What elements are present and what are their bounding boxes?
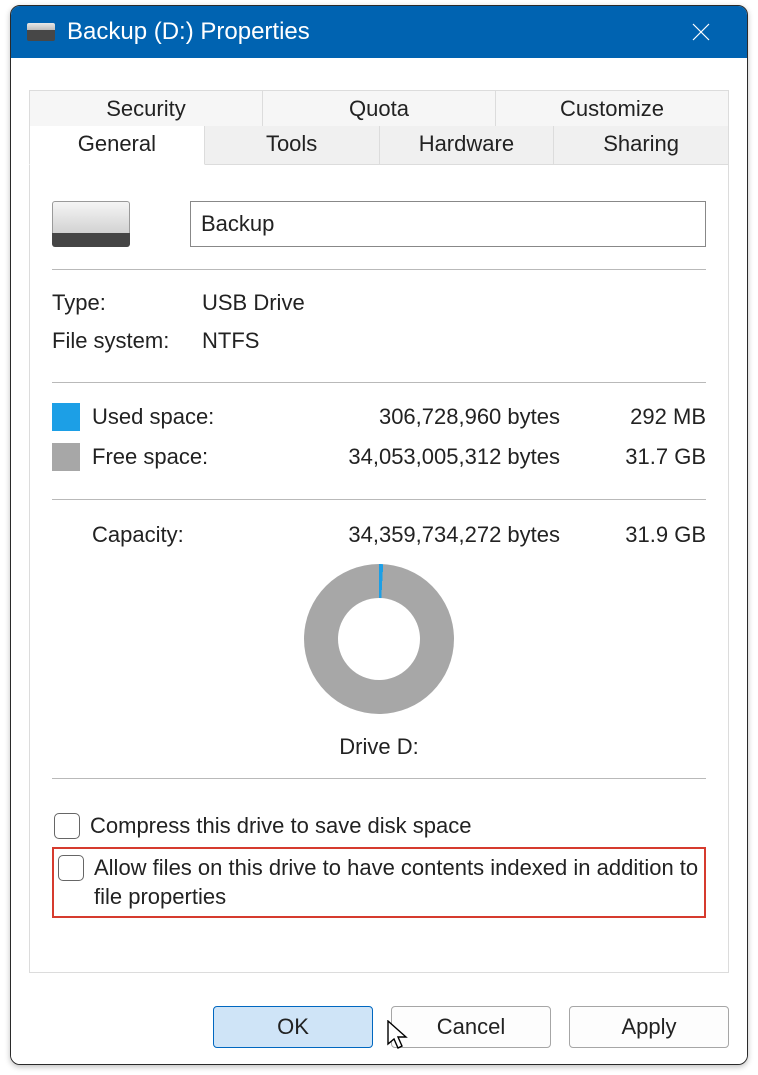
cancel-button[interactable]: Cancel <box>391 1006 551 1048</box>
capacity-human: 31.9 GB <box>596 522 706 548</box>
tab-general[interactable]: General <box>29 126 205 165</box>
tab-quota[interactable]: Quota <box>263 90 496 126</box>
capacity-bytes: 34,359,734,272 bytes <box>242 522 596 548</box>
close-icon <box>691 22 711 42</box>
tab-tools[interactable]: Tools <box>205 126 380 165</box>
tab-panel-general: Type: USB Drive File system: NTFS Used s… <box>29 165 729 973</box>
used-space-bytes: 306,728,960 bytes <box>242 404 596 430</box>
filesystem-label: File system: <box>52 328 202 354</box>
dialog-buttons: OK Cancel Apply <box>213 1006 729 1048</box>
apply-button[interactable]: Apply <box>569 1006 729 1048</box>
compress-label: Compress this drive to save disk space <box>90 811 704 841</box>
usage-pie-chart <box>304 564 454 714</box>
tab-security[interactable]: Security <box>29 90 263 126</box>
drive-large-icon <box>52 201 130 247</box>
filesystem-value: NTFS <box>202 328 259 354</box>
free-space-swatch <box>52 443 80 471</box>
properties-dialog: Backup (D:) Properties Security Quota Cu… <box>10 5 748 1065</box>
separator <box>52 499 706 500</box>
close-button[interactable] <box>671 6 731 58</box>
type-value: USB Drive <box>202 290 305 316</box>
tab-customize[interactable]: Customize <box>496 90 729 126</box>
drive-label: Drive D: <box>52 734 706 760</box>
tab-hardware[interactable]: Hardware <box>380 126 555 165</box>
ok-button[interactable]: OK <box>213 1006 373 1048</box>
free-space-label: Free space: <box>92 444 242 470</box>
free-space-bytes: 34,053,005,312 bytes <box>242 444 596 470</box>
capacity-label: Capacity: <box>52 522 242 548</box>
space-table: Used space: 306,728,960 bytes 292 MB Fre… <box>52 397 706 477</box>
used-space-swatch <box>52 403 80 431</box>
separator <box>52 269 706 270</box>
indexing-label: Allow files on this drive to have conten… <box>94 853 700 912</box>
used-space-label: Used space: <box>92 404 242 430</box>
used-space-human: 292 MB <box>596 404 706 430</box>
indexing-checkbox[interactable] <box>58 855 84 881</box>
type-label: Type: <box>52 290 202 316</box>
separator <box>52 382 706 383</box>
tab-sharing[interactable]: Sharing <box>554 126 729 165</box>
compress-checkbox[interactable] <box>54 813 80 839</box>
separator <box>52 778 706 779</box>
drive-name-input[interactable] <box>190 201 706 247</box>
drive-icon <box>27 23 55 41</box>
window-title: Backup (D:) Properties <box>67 18 671 46</box>
titlebar[interactable]: Backup (D:) Properties <box>11 6 747 58</box>
tab-strip: Security Quota Customize General Tools H… <box>11 90 747 165</box>
free-space-human: 31.7 GB <box>596 444 706 470</box>
indexing-option[interactable]: Allow files on this drive to have conten… <box>52 847 706 918</box>
client-area: Security Quota Customize General Tools H… <box>11 58 747 1064</box>
compress-option[interactable]: Compress this drive to save disk space <box>52 805 706 847</box>
